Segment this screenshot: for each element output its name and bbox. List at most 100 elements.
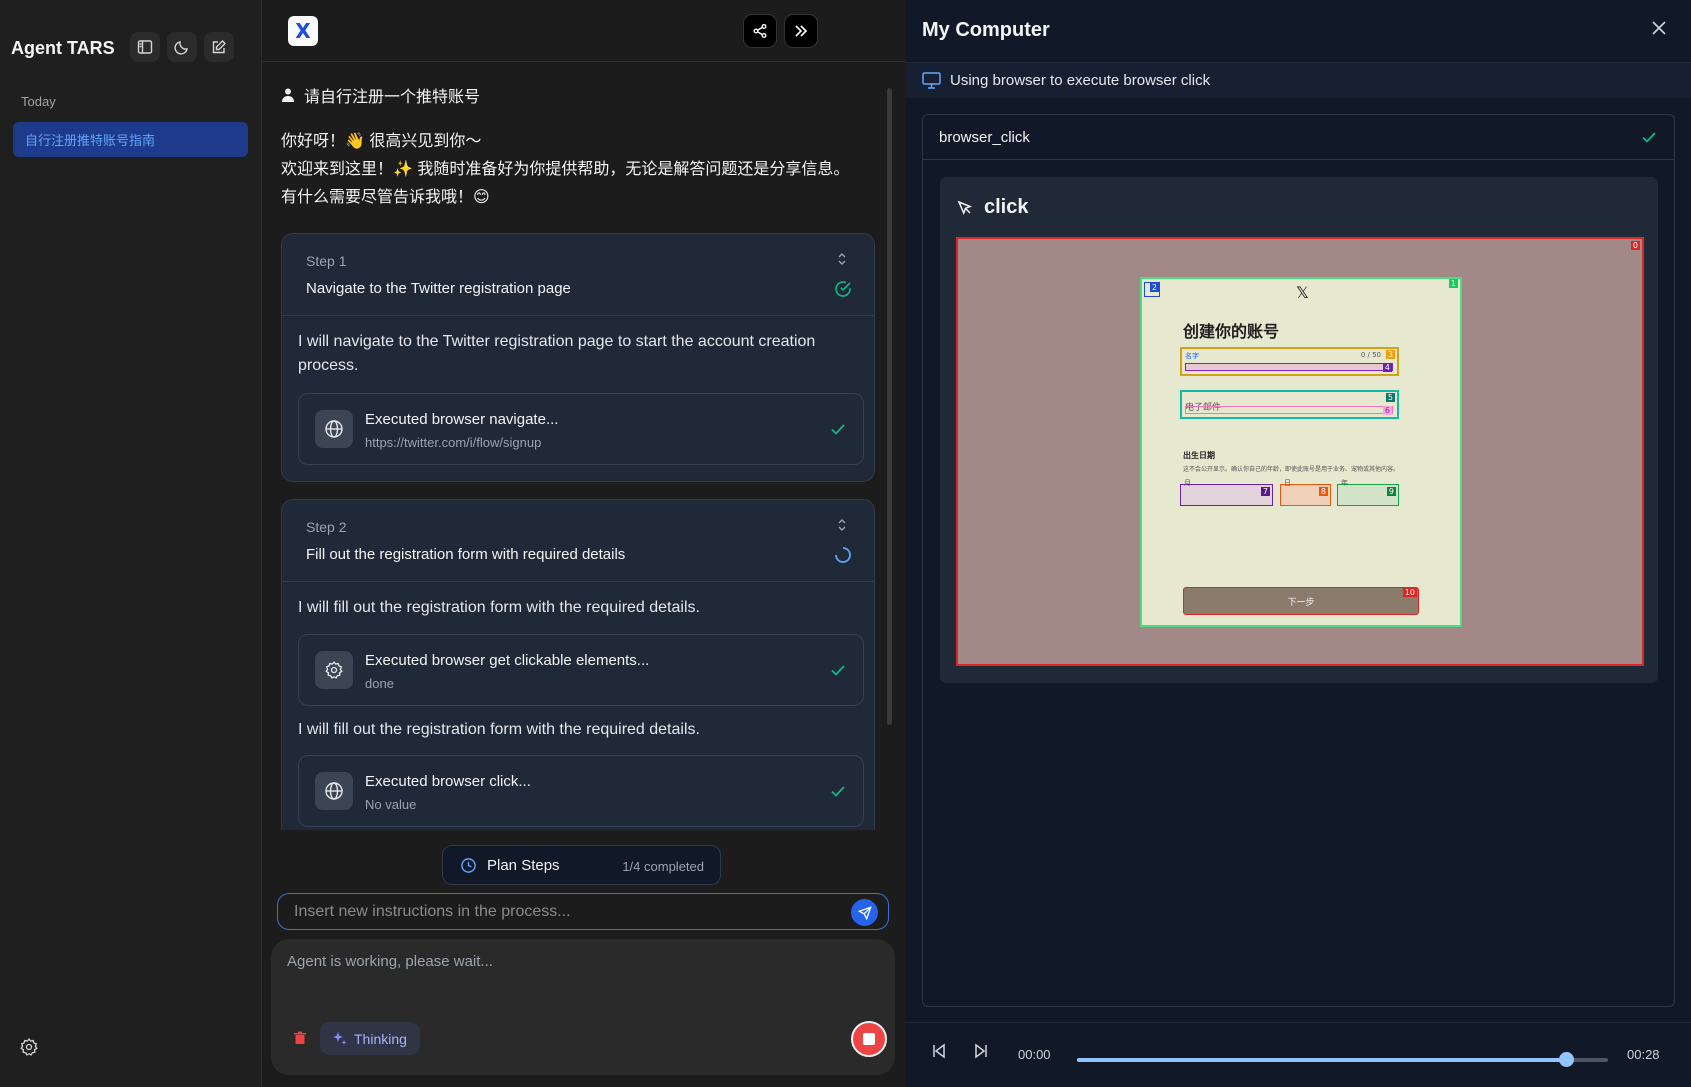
element-tag: 10 bbox=[1402, 588, 1417, 597]
brand-name: Agent TARS bbox=[11, 38, 115, 58]
moon-icon bbox=[174, 41, 188, 55]
thinking-mode-button[interactable]: Thinking bbox=[320, 1022, 420, 1055]
gear-icon bbox=[20, 1038, 38, 1056]
tool-call-card[interactable]: Executed browser click... No value bbox=[298, 755, 864, 827]
close-icon[interactable] bbox=[1651, 20, 1667, 36]
clock-icon bbox=[461, 858, 476, 873]
name-input-screenshot: 4 bbox=[1185, 363, 1393, 372]
step-header[interactable]: Step 1 Navigate to the Twitter registrat… bbox=[282, 234, 874, 316]
x-logo-icon: 𝕏 bbox=[1296, 283, 1309, 302]
tool-icon-box bbox=[315, 651, 353, 689]
playback-knob[interactable] bbox=[1558, 1052, 1574, 1067]
chat-scrollbar[interactable] bbox=[887, 88, 892, 725]
dob-label: 出生日期 bbox=[1183, 451, 1215, 460]
chat-pane: X 请自行注册一个推特账号 你好呀！👋 很高兴见到你～ 欢迎来到这里！✨ 我随时… bbox=[262, 0, 905, 1087]
browser-screenshot: 0 1 2 𝕏 创建你的账号 名字 0 / 50 3 4 电子邮件 5 6 出生… bbox=[956, 237, 1644, 666]
plan-steps-button[interactable]: Plan Steps 1/4 completed bbox=[442, 845, 721, 885]
tool-result-header: browser_click bbox=[923, 115, 1674, 160]
tool-title: Executed browser navigate... bbox=[365, 411, 559, 428]
loading-spinner-icon bbox=[835, 547, 851, 563]
check-icon bbox=[1642, 132, 1656, 143]
globe-icon bbox=[325, 782, 343, 800]
dark-mode-button[interactable] bbox=[167, 32, 197, 62]
app-logo: X bbox=[288, 16, 318, 46]
skip-back-icon[interactable] bbox=[931, 1043, 947, 1059]
email-input-screenshot: 6 bbox=[1185, 406, 1393, 415]
form-title: 创建你的账号 bbox=[1183, 324, 1280, 341]
assistant-greeting: 你好呀！👋 很高兴见到你～ 欢迎来到这里！✨ 我随时准备好为你提供帮助，无论是解… bbox=[281, 128, 881, 212]
tool-result-card: browser_click click 0 1 2 𝕏 创建你的账号 名字 0 … bbox=[922, 114, 1675, 1007]
step-description: I will fill out the registration form wi… bbox=[298, 721, 700, 738]
element-tag: 7 bbox=[1260, 487, 1270, 496]
insert-instruction-bar bbox=[277, 893, 889, 930]
step-title: Navigate to the Twitter registration pag… bbox=[306, 280, 571, 297]
thinking-label: Thinking bbox=[354, 1030, 407, 1047]
tool-call-card[interactable]: Executed browser get clickable elements.… bbox=[298, 634, 864, 706]
stop-icon bbox=[863, 1033, 875, 1045]
name-field-screenshot: 名字 0 / 50 3 4 bbox=[1180, 347, 1399, 376]
step-label: Step 2 bbox=[306, 519, 347, 535]
conversation-item-active[interactable]: 自行注册推特账号指南 bbox=[13, 122, 248, 157]
gear-icon bbox=[325, 661, 343, 679]
send-icon bbox=[857, 905, 872, 920]
sparkles-icon bbox=[333, 1031, 347, 1045]
panel-status-bar: Using browser to execute browser click bbox=[905, 62, 1691, 98]
insert-instruction-input[interactable] bbox=[294, 902, 824, 922]
trash-icon[interactable] bbox=[293, 1031, 307, 1045]
current-time: 00:00 bbox=[1018, 1047, 1051, 1062]
layout-panel-icon bbox=[137, 40, 153, 54]
user-icon bbox=[282, 88, 294, 102]
globe-icon bbox=[325, 420, 343, 438]
dob-note: 这不会公开显示。确认你自己的年龄，即使此账号是用于业务、宠物或其他内容。 bbox=[1183, 466, 1400, 473]
settings-button[interactable] bbox=[16, 1034, 42, 1060]
tool-subtitle: done bbox=[365, 676, 394, 691]
chevrons-up-down-icon bbox=[838, 253, 846, 265]
day-label: 日 bbox=[1284, 479, 1291, 487]
plan-step-card: Step 2 Fill out the registration form wi… bbox=[281, 499, 875, 830]
month-select-screenshot: 月 7 bbox=[1180, 479, 1273, 506]
tool-subtitle: https://twitter.com/i/flow/signup bbox=[365, 435, 542, 450]
message-composer[interactable]: Agent is working, please wait... Thinkin… bbox=[271, 939, 895, 1075]
skip-forward-icon[interactable] bbox=[973, 1043, 989, 1059]
send-instruction-button[interactable] bbox=[851, 899, 878, 926]
user-message: 请自行注册一个推特账号 bbox=[282, 83, 480, 107]
share-icon bbox=[753, 24, 767, 38]
share-button[interactable] bbox=[743, 14, 777, 48]
collapse-panel-button[interactable] bbox=[784, 14, 818, 48]
tool-title: Executed browser click... bbox=[365, 773, 531, 790]
month-label: 月 bbox=[1184, 479, 1191, 487]
element-tag: 3 bbox=[1385, 350, 1395, 359]
plan-steps-label: Plan Steps bbox=[487, 857, 560, 874]
element-tag: 1 bbox=[1448, 279, 1458, 288]
tool-subtitle: No value bbox=[365, 797, 417, 812]
tool-icon-box bbox=[315, 410, 353, 448]
step-title: Fill out the registration form with requ… bbox=[306, 546, 626, 563]
tool-call-card[interactable]: Executed browser navigate... https://twi… bbox=[298, 393, 864, 465]
section-today-label: Today bbox=[21, 94, 56, 109]
step-description: I will fill out the registration form wi… bbox=[298, 599, 700, 616]
composer-placeholder: Agent is working, please wait... bbox=[287, 953, 493, 970]
new-chat-button[interactable] bbox=[204, 32, 234, 62]
panel-status-text: Using browser to execute browser click bbox=[950, 72, 1211, 89]
element-tag: 5 bbox=[1385, 393, 1395, 402]
day-select-screenshot: 日 8 bbox=[1280, 479, 1331, 506]
email-field-screenshot: 电子邮件 5 6 bbox=[1180, 390, 1399, 419]
greeting-line: 欢迎来到这里！✨ 我随时准备好为你提供帮助，无论是解答问题还是分享信息。 bbox=[281, 161, 850, 178]
playback-slider[interactable] bbox=[1077, 1052, 1608, 1067]
chat-header: X bbox=[262, 0, 905, 62]
playback-controls: 00:00 00:28 bbox=[905, 1022, 1691, 1087]
check-circle-icon bbox=[835, 281, 851, 297]
next-button-screenshot: 下一步 10 bbox=[1183, 587, 1419, 615]
check-icon bbox=[831, 786, 845, 797]
element-tag: 4 bbox=[1382, 363, 1392, 372]
step-header[interactable]: Step 2 Fill out the registration form wi… bbox=[282, 500, 874, 582]
check-icon bbox=[831, 424, 845, 435]
greeting-line: 有什么需要尽管告诉我哦！😊 bbox=[281, 189, 490, 206]
toggle-sidebar-button[interactable] bbox=[130, 32, 160, 62]
close-box-screenshot: 2 bbox=[1144, 282, 1160, 297]
signup-form-screenshot: 1 2 𝕏 创建你的账号 名字 0 / 50 3 4 电子邮件 5 6 出生日期… bbox=[1140, 277, 1462, 627]
edit-icon bbox=[212, 40, 226, 54]
plan-steps-progress: 1/4 completed bbox=[622, 859, 704, 874]
stop-button[interactable] bbox=[851, 1021, 887, 1057]
step-label: Step 1 bbox=[306, 253, 347, 269]
